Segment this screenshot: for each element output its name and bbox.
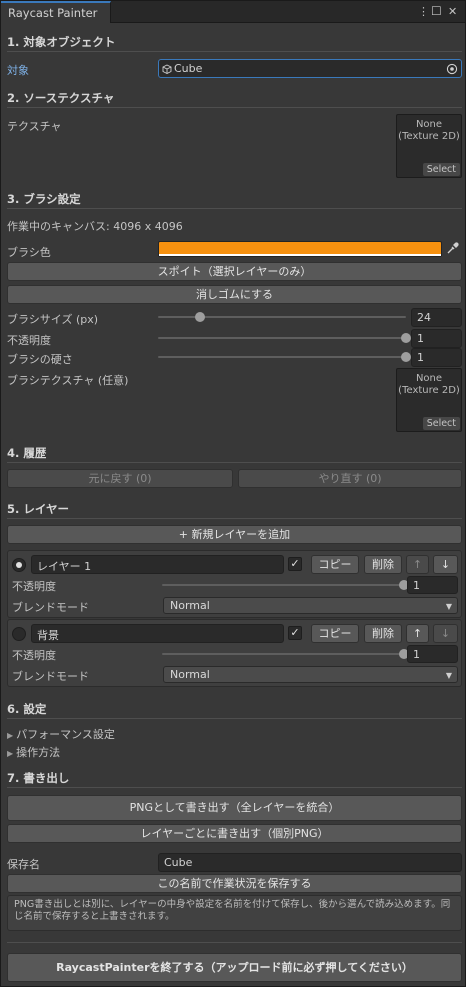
layer-select-radio[interactable] (12, 558, 26, 572)
tab-bar: Raycast Painter ⋮ ☐ ✕ (1, 1, 465, 23)
layer-name-input[interactable]: 背景 (31, 624, 284, 643)
brush-color-swatch[interactable] (158, 241, 442, 257)
layer-item: レイヤー 1 ✓ コピー 削除 ↑ ↓ 不透明度 1 ブレンドモード Norma… (7, 550, 462, 618)
section-header-target: 1. 対象オブジェクト (7, 35, 116, 49)
separator (7, 518, 462, 519)
texture-label: テクスチャ (7, 120, 62, 133)
tab-raycast-painter[interactable]: Raycast Painter (1, 1, 111, 23)
maximize-icon[interactable]: ☐ (431, 4, 442, 18)
redo-button[interactable]: やり直す (0) (238, 469, 462, 488)
brush-opacity-input[interactable]: 1 (411, 329, 462, 348)
separator (7, 787, 462, 788)
layer-move-up-button[interactable]: ↑ (406, 624, 429, 643)
brush-opacity-slider-knob[interactable] (401, 333, 411, 343)
layer-blend-label: ブレンドモード (12, 601, 89, 614)
layer-name-input[interactable]: レイヤー 1 (31, 555, 284, 574)
eyedropper-layer-button[interactable]: スポイト（選択レイヤーのみ） (7, 262, 462, 281)
brush-opacity-slider-track[interactable] (158, 337, 406, 339)
chevron-down-icon: ▼ (445, 671, 452, 680)
target-object-value: Cube (174, 62, 203, 75)
brush-opacity-label: 不透明度 (7, 334, 51, 347)
brush-hardness-input[interactable]: 1 (411, 348, 462, 367)
layer-opacity-slider-track[interactable] (162, 584, 404, 586)
brush-size-slider-knob[interactable] (195, 312, 206, 322)
layer-opacity-label: 不透明度 (12, 649, 56, 662)
target-object-field[interactable]: Cube (158, 59, 462, 78)
cube-icon (162, 64, 172, 74)
eraser-button[interactable]: 消しゴムにする (7, 285, 462, 304)
brush-hardness-slider-track[interactable] (158, 356, 406, 358)
save-help-text: PNG書き出しとは別に、レイヤーの中身や設定を名前を付けて保存し、後から選んで読… (7, 895, 462, 931)
brush-texture-label: ブラシテクスチャ (任意) (7, 374, 129, 387)
separator (7, 208, 462, 209)
howto-label: 操作方法 (16, 746, 61, 759)
brush-size-label: ブラシサイズ (px) (7, 313, 99, 326)
kebab-menu-icon[interactable]: ⋮ (418, 5, 429, 18)
layer-select-radio[interactable] (12, 627, 26, 641)
section-header-history: 4. 履歴 (7, 446, 47, 460)
object-picker-icon[interactable] (446, 63, 458, 75)
save-name-label: 保存名 (7, 858, 40, 871)
texture-none-text: None (Texture 2D) (398, 119, 460, 142)
layer-move-up-button[interactable]: ↑ (406, 555, 429, 574)
window-title: Raycast Painter (8, 6, 98, 20)
texture-select-button[interactable]: Select (422, 163, 460, 176)
layer-blend-value: Normal (170, 599, 210, 612)
section-header-settings: 6. 設定 (7, 702, 47, 716)
chevron-down-icon: ▼ (445, 602, 452, 611)
layer-blend-dropdown[interactable]: Normal ▼ (163, 666, 458, 683)
layer-blend-value: Normal (170, 668, 210, 681)
layer-visible-checkbox[interactable]: ✓ (288, 626, 302, 640)
foldout-arrow-icon: ▶ (7, 731, 14, 740)
finish-raycast-painter-button[interactable]: RaycastPainterを終了する（アップロード前に必ず押してください） (7, 953, 462, 982)
section-header-source: 2. ソーステクスチャ (7, 91, 115, 105)
separator (7, 942, 462, 943)
layer-move-down-button[interactable]: ↓ (433, 555, 458, 574)
layer-item: 背景 ✓ コピー 削除 ↑ ↓ 不透明度 1 ブレンドモード Normal ▼ (7, 619, 462, 687)
foldout-arrow-icon: ▶ (7, 749, 14, 758)
layer-blend-dropdown[interactable]: Normal ▼ (163, 597, 458, 614)
separator (7, 462, 462, 463)
section-header-export: 7. 書き出し (7, 771, 70, 785)
layer-opacity-slider-track[interactable] (162, 653, 404, 655)
layer-opacity-input[interactable]: 1 (407, 645, 458, 663)
layer-delete-button[interactable]: 削除 (364, 624, 402, 643)
layer-blend-label: ブレンドモード (12, 670, 89, 683)
eyedropper-icon[interactable] (446, 242, 459, 255)
layer-move-down-button[interactable]: ↓ (433, 624, 458, 643)
section-header-brush: 3. ブラシ設定 (7, 192, 81, 206)
save-name-input[interactable]: Cube (158, 853, 462, 872)
separator (7, 718, 462, 719)
brush-size-input[interactable]: 24 (411, 308, 462, 327)
color-alpha-bar (159, 254, 441, 256)
brush-hardness-label: ブラシの硬さ (7, 353, 73, 366)
target-label: 対象 (7, 64, 29, 77)
brush-color-label: ブラシ色 (7, 246, 51, 259)
layer-visible-checkbox[interactable]: ✓ (288, 557, 302, 571)
add-layer-button[interactable]: + 新規レイヤーを追加 (7, 525, 462, 544)
performance-label: パフォーマンス設定 (16, 728, 115, 741)
brush-texture-field[interactable]: None (Texture 2D) Select (396, 368, 462, 432)
foldout-performance[interactable]: ▶ パフォーマンス設定 (7, 726, 115, 742)
layer-copy-button[interactable]: コピー (311, 624, 359, 643)
section-header-layers: 5. レイヤー (7, 502, 70, 516)
separator (7, 107, 462, 108)
separator (7, 51, 462, 52)
layer-opacity-input[interactable]: 1 (407, 576, 458, 594)
save-state-button[interactable]: この名前で作業状況を保存する (7, 874, 462, 893)
layer-opacity-label: 不透明度 (12, 580, 56, 593)
brush-texture-select-button[interactable]: Select (422, 417, 460, 430)
editor-window: Raycast Painter ⋮ ☐ ✕ 1. 対象オブジェクト 対象 Cub… (0, 0, 466, 987)
source-texture-field[interactable]: None (Texture 2D) Select (396, 114, 462, 178)
canvas-info: 作業中のキャンバス: 4096 x 4096 (7, 220, 183, 233)
undo-button[interactable]: 元に戻す (0) (7, 469, 233, 488)
export-png-per-layer-button[interactable]: レイヤーごとに書き出す（個別PNG） (7, 824, 462, 843)
close-icon[interactable]: ✕ (448, 5, 457, 18)
layer-delete-button[interactable]: 削除 (364, 555, 402, 574)
brush-texture-none-text: None (Texture 2D) (398, 373, 460, 396)
layer-copy-button[interactable]: コピー (311, 555, 359, 574)
brush-hardness-slider-knob[interactable] (401, 352, 411, 362)
foldout-howto[interactable]: ▶ 操作方法 (7, 744, 60, 760)
export-png-merged-button[interactable]: PNGとして書き出す（全レイヤーを統合） (7, 795, 462, 821)
